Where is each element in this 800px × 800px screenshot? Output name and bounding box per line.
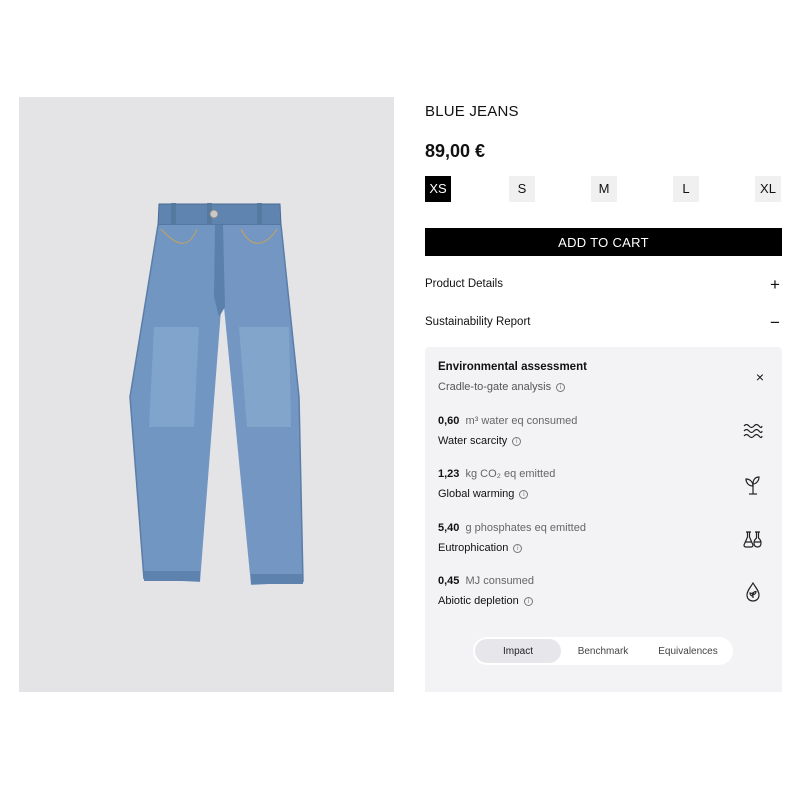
sustainability-report-accordion[interactable]: Sustainability Report −	[425, 311, 782, 333]
metric-unit: m³ water eq consumed	[465, 415, 578, 427]
plant-icon	[745, 476, 760, 495]
product-details-accordion[interactable]: Product Details +	[425, 273, 782, 295]
info-icon[interactable]: i	[556, 382, 566, 392]
info-icon[interactable]: i	[513, 543, 523, 553]
product-details-label: Product Details	[425, 278, 503, 290]
metric-unit: kg CO₂ eq emitted	[465, 468, 556, 480]
close-icon[interactable]: ×	[756, 369, 764, 385]
metric-value: 0,45	[438, 575, 460, 587]
size-selector: XS S M L XL	[425, 176, 782, 202]
metric-water-scarcity: 0,60 m³ water eq consumed Water scarcity…	[438, 415, 768, 455]
metric-global-warming: 1,23 kg CO₂ eq emitted Global warming i	[438, 468, 768, 508]
size-option-xs[interactable]: XS	[425, 176, 451, 202]
metric-name: Eutrophication	[438, 542, 509, 554]
sustainability-report-label: Sustainability Report	[425, 316, 531, 328]
product-image	[19, 97, 394, 692]
tab-impact[interactable]: Impact	[475, 639, 561, 663]
panel-tabs: Impact Benchmark Equivalences	[473, 637, 733, 665]
tab-benchmark[interactable]: Benchmark	[561, 639, 645, 663]
size-option-l[interactable]: L	[673, 176, 699, 202]
minus-icon[interactable]: −	[768, 314, 782, 331]
product-price: 89,00 €	[425, 141, 486, 161]
panel-subtitle: Cradle-to-gate analysis i	[438, 381, 566, 393]
metric-abiotic-depletion: 0,45 MJ consumed Abiotic depletion i	[438, 575, 768, 615]
panel-subtitle-text: Cradle-to-gate analysis	[438, 381, 552, 393]
metric-name: Abiotic depletion	[438, 595, 519, 607]
info-icon[interactable]: i	[523, 596, 533, 606]
metric-unit: g phosphates eq emitted	[465, 522, 586, 534]
add-to-cart-button[interactable]: ADD TO CART	[425, 228, 782, 256]
metric-name: Global warming	[438, 488, 515, 500]
flasks-icon	[743, 531, 762, 548]
jeans-illustration	[129, 203, 304, 585]
size-option-xl[interactable]: XL	[755, 176, 781, 202]
size-option-s[interactable]: S	[509, 176, 535, 202]
plus-icon[interactable]: +	[768, 276, 782, 293]
panel-title: Environmental assessment	[438, 361, 587, 373]
info-icon[interactable]: i	[512, 436, 522, 446]
info-icon[interactable]: i	[519, 489, 529, 499]
environmental-assessment-panel: Environmental assessment Cradle-to-gate …	[425, 347, 782, 692]
metric-name: Water scarcity	[438, 435, 508, 447]
tab-equivalences[interactable]: Equivalences	[645, 639, 731, 663]
metric-unit: MJ consumed	[465, 575, 534, 587]
metric-eutrophication: 5,40 g phosphates eq emitted Eutrophicat…	[438, 522, 768, 562]
metric-value: 5,40	[438, 522, 460, 534]
product-title: BLUE JEANS	[425, 103, 519, 120]
metric-value: 1,23	[438, 468, 460, 480]
size-option-m[interactable]: M	[591, 176, 617, 202]
metric-value: 0,60	[438, 415, 460, 427]
water-waves-icon	[743, 423, 763, 439]
drop-leaf-icon	[746, 581, 760, 602]
